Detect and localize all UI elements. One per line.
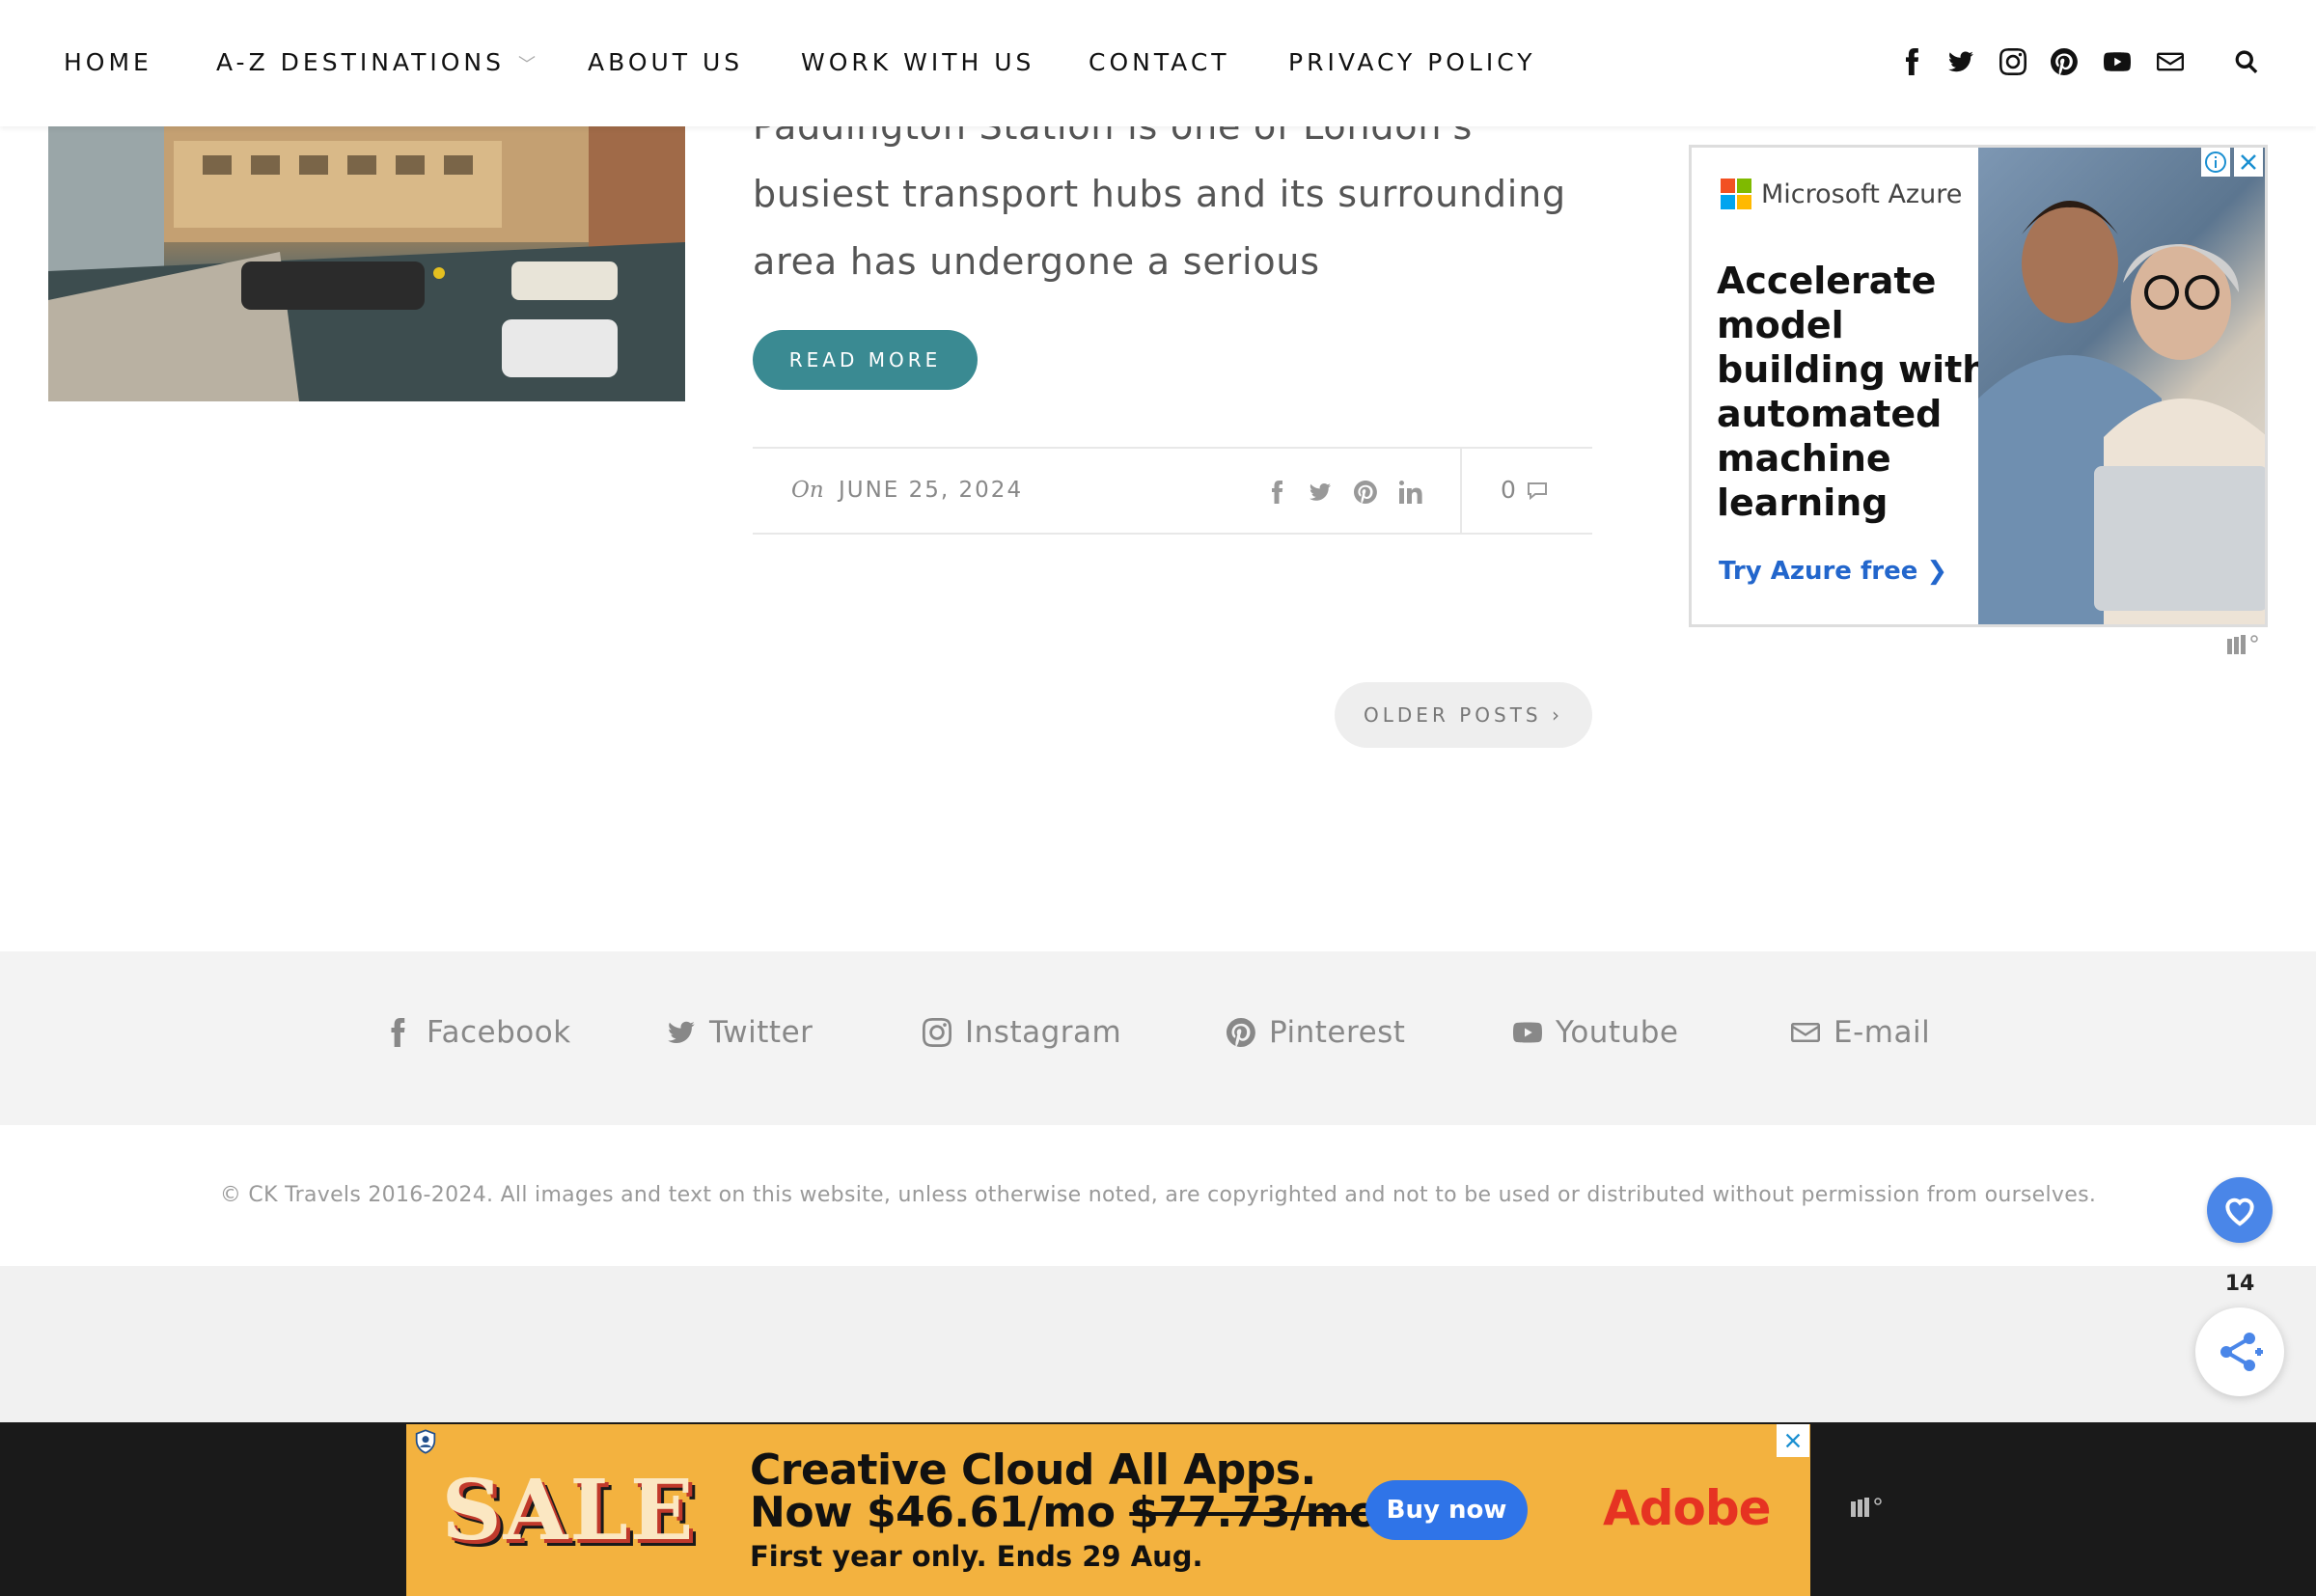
share-pinterest-icon[interactable] [1351, 478, 1380, 507]
adchoices-icon[interactable] [412, 1428, 441, 1457]
try-azure-link[interactable]: Try Azure free ❯ [1719, 557, 1947, 586]
adobe-old-price: $77.73/mo [1129, 1488, 1378, 1537]
footer-facebook-link[interactable]: Facebook [384, 1015, 571, 1050]
azure-headline: Accelerate model building with automated… [1717, 260, 1989, 524]
copyright-text: © CK Travels 2016-2024. All images and t… [219, 1183, 2097, 1207]
share-button[interactable] [2195, 1307, 2284, 1396]
youtube-icon[interactable] [2100, 44, 2135, 79]
footer-spacer [0, 1266, 2316, 1422]
instagram-icon[interactable] [1996, 44, 2030, 79]
sale-artwork: SALE [441, 1461, 696, 1559]
date-value: JUNE 25, 2024 [838, 478, 1024, 503]
ad-info-icon[interactable] [2201, 148, 2230, 177]
ad-network-icon [1847, 1494, 1889, 1523]
adobe-new-price: Now $46.61/mo [750, 1488, 1116, 1537]
footer-twitter-link[interactable]: Twitter [667, 1015, 813, 1050]
email-icon[interactable] [2153, 44, 2188, 79]
share-icon [2220, 1333, 2263, 1371]
nav-about-us[interactable]: ABOUT US [588, 48, 743, 76]
twitter-icon [668, 1021, 695, 1043]
read-more-button[interactable]: READ MORE [753, 330, 978, 390]
pinterest-icon [1227, 1018, 1255, 1047]
footer-social-bar: Facebook Twitter Instagram Pinterest You… [0, 951, 2316, 1125]
facebook-icon[interactable] [1895, 44, 1930, 79]
copyright-bar: © CK Travels 2016-2024. All images and t… [0, 1125, 2316, 1266]
footer-twitter-label: Twitter [709, 1015, 813, 1050]
heart-icon [2225, 1197, 2254, 1226]
adobe-price-line: Now $46.61/mo $77.73/mo [750, 1488, 1378, 1537]
footer-email-label: E-mail [1834, 1015, 1931, 1050]
nav-home[interactable]: HOME [64, 48, 152, 76]
azure-ad-photo [1978, 148, 2265, 624]
nav-destinations-label: A-Z DESTINATIONS [216, 48, 505, 76]
comment-count: 0 [1501, 476, 1516, 504]
post-excerpt-container: Paddington Station is one of London's bu… [753, 126, 1602, 290]
footer-pinterest-link[interactable]: Pinterest [1227, 1015, 1405, 1050]
share-count: 14 [2224, 1272, 2255, 1296]
share-facebook-icon[interactable] [1263, 478, 1292, 507]
favorite-button[interactable] [2207, 1177, 2273, 1243]
nav-contact[interactable]: CONTACT [1089, 48, 1230, 76]
pinterest-icon[interactable] [2047, 44, 2082, 79]
adobe-ad[interactable]: SALE Creative Cloud All Apps. Now $46.61… [406, 1424, 1810, 1596]
ad-network-icon [2223, 631, 2266, 660]
microsoft-azure-logo: Microsoft Azure [1721, 179, 1962, 209]
post-date: On JUNE 25, 2024 [791, 478, 1023, 503]
date-prefix: On [791, 478, 824, 503]
footer-instagram-label: Instagram [965, 1015, 1122, 1050]
chevron-down-icon: ﹀ [517, 55, 539, 75]
instagram-icon [923, 1018, 951, 1047]
twitter-icon[interactable] [1944, 44, 1978, 79]
adobe-subline: First year only. Ends 29 Aug. [750, 1540, 1203, 1573]
share-linkedin-icon[interactable] [1396, 478, 1425, 507]
microsoft-logo-icon [1721, 179, 1751, 209]
comment-icon [1527, 482, 1547, 500]
facebook-icon [391, 1018, 405, 1047]
nav-destinations[interactable]: A-Z DESTINATIONS ﹀ [216, 48, 539, 76]
footer-instagram-link[interactable]: Instagram [923, 1015, 1121, 1050]
meta-divider [1460, 449, 1462, 535]
post-meta-bar: On JUNE 25, 2024 0 [753, 447, 1592, 535]
post-excerpt: Paddington Station is one of London's bu… [753, 126, 1566, 283]
adobe-logo: Adobe [1603, 1480, 1772, 1536]
youtube-icon [1513, 1022, 1542, 1043]
footer-youtube-link[interactable]: Youtube [1513, 1015, 1679, 1050]
email-icon [1791, 1023, 1820, 1042]
ad-close-icon[interactable] [1777, 1424, 1809, 1457]
azure-brand-text: Microsoft Azure [1761, 179, 1963, 209]
nav-privacy-policy[interactable]: PRIVACY POLICY [1288, 48, 1536, 76]
comments-link[interactable]: 0 [1501, 476, 1549, 504]
azure-ad[interactable]: Microsoft Azure Accelerate model buildin… [1689, 145, 2268, 627]
ad-close-icon[interactable] [2234, 148, 2263, 177]
search-icon[interactable] [2229, 44, 2264, 79]
footer-email-link[interactable]: E-mail [1791, 1015, 1930, 1050]
older-posts-button[interactable]: OLDER POSTS › [1335, 682, 1592, 748]
footer-pinterest-label: Pinterest [1269, 1015, 1406, 1050]
footer-youtube-label: Youtube [1556, 1015, 1679, 1050]
footer-facebook-label: Facebook [427, 1015, 571, 1050]
buy-now-button[interactable]: Buy now [1365, 1480, 1528, 1540]
post-thumbnail[interactable] [48, 126, 685, 401]
nav-work-with-us[interactable]: WORK WITH US [801, 48, 1034, 76]
main-nav: HOME A-Z DESTINATIONS ﹀ ABOUT US WORK WIT… [0, 0, 2316, 126]
share-twitter-icon[interactable] [1306, 478, 1335, 507]
canal-photo [48, 126, 685, 401]
